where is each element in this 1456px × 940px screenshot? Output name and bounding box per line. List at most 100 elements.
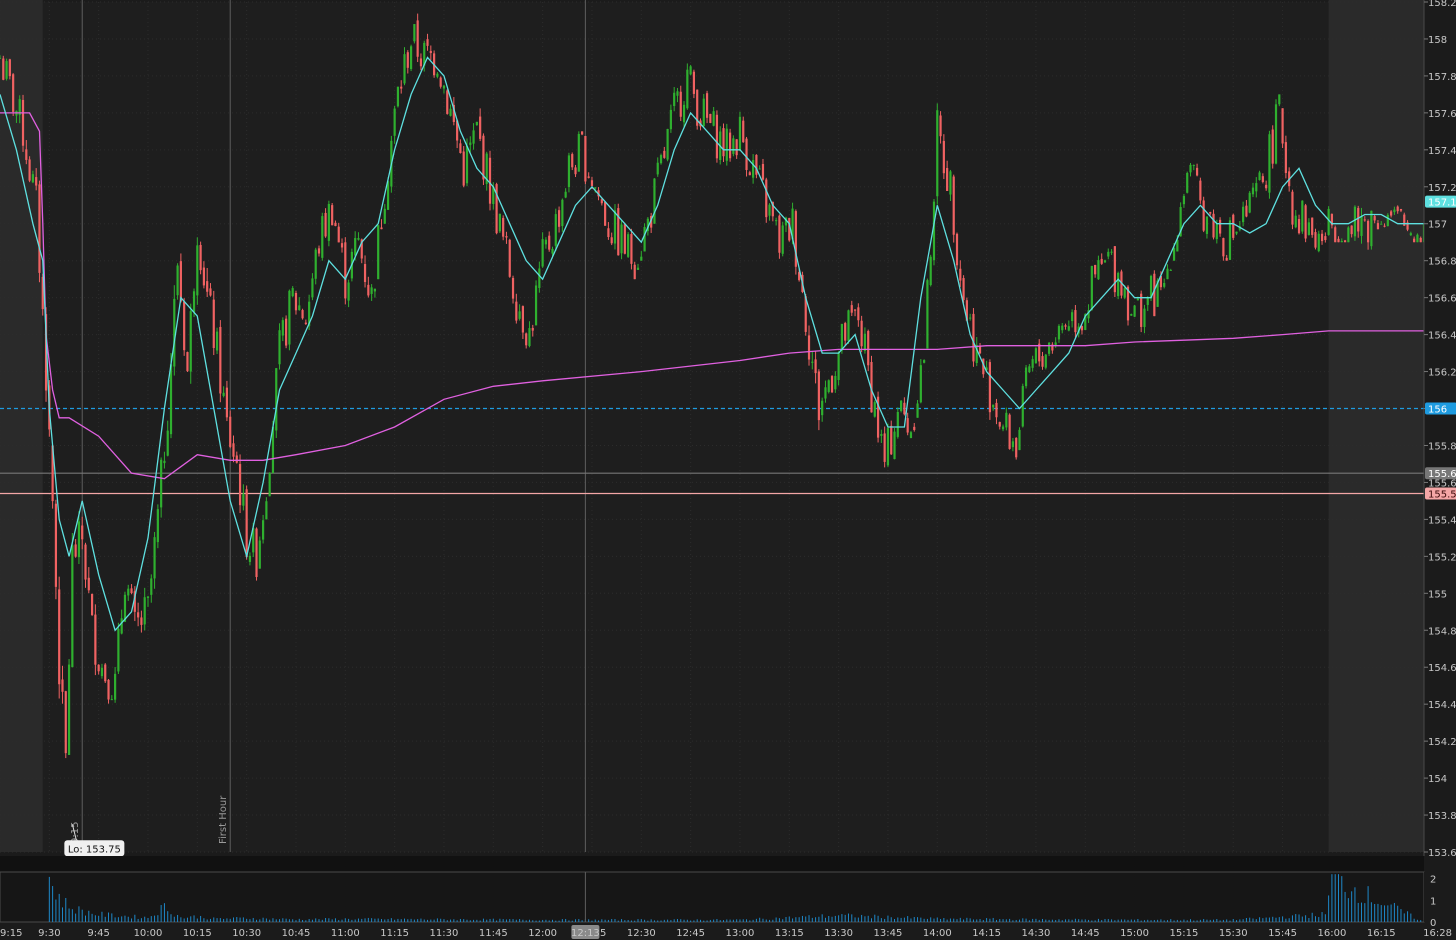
candle-body xyxy=(472,130,475,144)
price-tick-label: 154.8 xyxy=(1428,626,1456,637)
candle-body xyxy=(946,167,949,192)
candle-body xyxy=(242,493,245,506)
candle-body xyxy=(590,180,594,186)
candle-body xyxy=(245,489,248,557)
time-tick-label: 12:00 xyxy=(528,928,557,939)
candle-body xyxy=(1413,238,1416,243)
candle-body xyxy=(1209,211,1212,214)
price-tick-label: 154.4 xyxy=(1428,700,1456,711)
candle-body xyxy=(459,143,462,154)
candle-body xyxy=(1071,312,1074,322)
candle-body xyxy=(77,521,81,558)
candle-body xyxy=(995,402,998,418)
candle-body xyxy=(752,160,755,178)
panel-separator xyxy=(0,856,1424,872)
candle-body xyxy=(725,128,728,161)
candle-body xyxy=(738,116,742,151)
candle-body xyxy=(104,664,107,682)
price-badge-label: 155.5 xyxy=(1428,490,1456,501)
candle-body xyxy=(515,301,518,321)
candle-body xyxy=(1189,164,1192,173)
low-label: Lo: 153.75 xyxy=(68,844,121,855)
candle-body xyxy=(630,234,633,264)
candle-body xyxy=(620,224,623,254)
candle-body xyxy=(285,318,288,346)
candle-body xyxy=(959,268,962,281)
candle-body xyxy=(344,242,347,299)
candle-body xyxy=(1284,142,1287,174)
extended-hours-region xyxy=(0,0,43,852)
candle-body xyxy=(1294,215,1297,228)
price-chart[interactable]: 9:15 First Hour Lo: 153.75 158.2158157.81… xyxy=(0,0,1456,940)
time-tick-label: 10:30 xyxy=(232,928,261,939)
time-tick-label: 9:30 xyxy=(38,928,60,939)
candle-body xyxy=(110,699,113,701)
candle-body xyxy=(883,433,886,462)
candle-body xyxy=(623,224,626,254)
candle-body xyxy=(827,380,830,392)
candle-body xyxy=(781,225,784,254)
candle-body xyxy=(206,281,209,292)
candle-body xyxy=(1228,220,1232,260)
candle-body xyxy=(120,618,123,634)
candle-body xyxy=(199,244,202,271)
candle-body xyxy=(1024,367,1028,387)
candle-body xyxy=(913,426,916,430)
candle-body xyxy=(857,307,860,321)
candle-body xyxy=(525,333,528,346)
candle-body xyxy=(633,264,636,280)
candle-body xyxy=(409,46,413,70)
candle-body xyxy=(1061,325,1064,331)
candle-body xyxy=(225,387,229,418)
candle-body xyxy=(1376,223,1380,230)
candle-body xyxy=(163,460,166,464)
candle-body xyxy=(1297,219,1301,234)
price-tick-label: 153.8 xyxy=(1428,811,1456,822)
candle-body xyxy=(38,184,41,273)
candle-body xyxy=(1278,94,1281,105)
time-tick-label: 9:45 xyxy=(87,928,109,939)
candle-body xyxy=(663,150,666,158)
time-tick-label: 13:00 xyxy=(726,928,755,939)
candle-body xyxy=(1334,227,1337,243)
candle-body xyxy=(1034,348,1038,364)
price-tick-label: 155.8 xyxy=(1428,441,1456,452)
candle-body xyxy=(903,402,906,415)
candle-body xyxy=(321,216,324,258)
candle-body xyxy=(709,113,712,123)
price-tick-label: 157.8 xyxy=(1428,72,1456,83)
candle-body xyxy=(67,664,71,755)
candle-body xyxy=(488,157,492,204)
candle-body xyxy=(992,404,995,408)
candle-body xyxy=(265,501,268,520)
candle-body xyxy=(1386,214,1389,227)
candle-body xyxy=(153,537,156,579)
candle-body xyxy=(653,178,656,224)
candle-body xyxy=(61,679,64,692)
candle-body xyxy=(600,199,603,204)
candle-body xyxy=(587,176,590,178)
candle-body xyxy=(978,345,982,354)
volume-axis-background xyxy=(1424,872,1456,922)
candle-body xyxy=(899,400,903,411)
candle-body xyxy=(238,464,242,506)
candle-body xyxy=(268,473,271,497)
candle-body xyxy=(255,528,258,578)
candle-body xyxy=(367,284,370,296)
candle-body xyxy=(824,387,827,399)
candle-body xyxy=(71,545,74,668)
candle-body xyxy=(1314,232,1317,248)
candle-body xyxy=(574,167,577,175)
candle-body xyxy=(1248,192,1251,213)
candle-body xyxy=(1153,273,1156,317)
candle-body xyxy=(2,58,5,80)
candle-body xyxy=(1245,205,1248,217)
candle-body xyxy=(863,333,867,351)
candle-body xyxy=(324,212,327,237)
candle-body xyxy=(25,149,28,160)
candle-body xyxy=(1416,234,1419,243)
candle-body xyxy=(1307,222,1310,235)
candle-body xyxy=(939,115,942,137)
volume-tick-label: 1 xyxy=(1430,896,1436,907)
time-tick-label: 15:00 xyxy=(1120,928,1149,939)
